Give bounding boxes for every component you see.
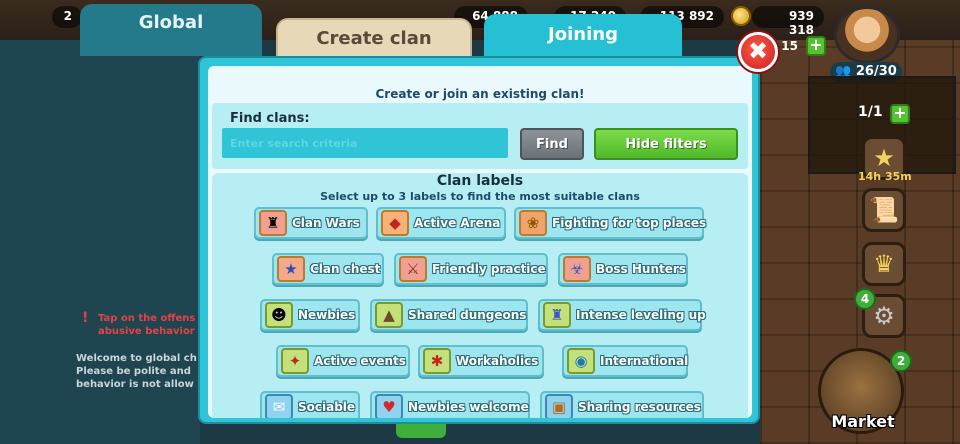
find-button[interactable]: Find bbox=[520, 128, 584, 160]
chat-welcome: Welcome to global ch Please be polite an… bbox=[76, 353, 197, 390]
clan-dialog: Create or join an existing clan! Find cl… bbox=[198, 56, 760, 424]
newbie-hero-icon: ☻ bbox=[265, 302, 293, 328]
label-text: Clan chest bbox=[310, 262, 381, 276]
label-text: International bbox=[600, 354, 689, 368]
label-sharing-resources[interactable]: ▣ Sharing resources bbox=[540, 391, 704, 418]
tower-icon: ♜ bbox=[259, 210, 287, 236]
label-intense-leveling[interactable]: ♜ Intense leveling up bbox=[538, 299, 706, 331]
globe-icon: ◉ bbox=[567, 348, 595, 374]
label-boss-hunters[interactable]: ☣ Boss Hunters bbox=[558, 253, 688, 285]
dungeon-icon: ▲ bbox=[375, 302, 403, 328]
crown-button[interactable]: ♛ bbox=[862, 242, 906, 286]
player-avatar[interactable] bbox=[834, 6, 900, 64]
dialog-content: Create or join an existing clan! Find cl… bbox=[208, 66, 752, 418]
event-timer: 14h 35m bbox=[858, 170, 912, 183]
tab-global[interactable]: Global bbox=[80, 4, 262, 56]
star-chest-icon: ★ bbox=[277, 256, 305, 282]
label-newbies-welcome[interactable]: ♥ Newbies welcome bbox=[370, 391, 530, 418]
label-sociable[interactable]: ✉ Sociable bbox=[260, 391, 360, 418]
label-text: Intense leveling up bbox=[576, 308, 706, 322]
workaholics-icon: ✱ bbox=[423, 348, 451, 374]
add-slot-button[interactable]: + bbox=[890, 104, 910, 124]
clan-search-input[interactable] bbox=[222, 128, 508, 158]
label-newbies[interactable]: ☻ Newbies bbox=[260, 299, 360, 331]
chat-send-button-partial[interactable] bbox=[396, 424, 446, 438]
star-icon: ★ bbox=[873, 144, 895, 172]
arena-gem-icon: ◆ bbox=[381, 210, 409, 236]
crossed-swords-icon: ⚔ bbox=[399, 256, 427, 282]
castle-icon: ♜ bbox=[543, 302, 571, 328]
scroll-icon: 📜 bbox=[869, 196, 899, 224]
crown-icon: ♛ bbox=[873, 250, 895, 278]
market-label: Market bbox=[831, 412, 895, 431]
dialog-subtitle: Create or join an existing clan! bbox=[375, 87, 585, 101]
find-clans-panel: Find clans: Find Hide filters bbox=[212, 103, 748, 169]
label-fighting-top-places[interactable]: ❀ Fighting for top places bbox=[514, 207, 707, 239]
label-international[interactable]: ◉ International bbox=[562, 345, 688, 377]
clan-labels-title: Clan labels bbox=[436, 173, 524, 189]
label-clan-chest[interactable]: ★ Clan chest bbox=[272, 253, 384, 285]
label-text: Workaholics bbox=[456, 354, 539, 368]
label-shared-dungeons[interactable]: ▲ Shared dungeons bbox=[370, 299, 528, 331]
find-clans-label: Find clans: bbox=[230, 111, 310, 126]
heart-icon: ♥ bbox=[375, 394, 403, 418]
label-text: Active events bbox=[314, 354, 406, 368]
laurel-icon: ❀ bbox=[519, 210, 547, 236]
label-text: Active Arena bbox=[414, 216, 501, 230]
scroll-button[interactable]: 📜 bbox=[862, 188, 906, 232]
label-text: Sociable bbox=[298, 400, 356, 414]
settings-badge: 4 bbox=[854, 288, 876, 310]
clan-labels-panel: Clan labels Select up to 3 labels to fin… bbox=[212, 173, 748, 418]
close-icon: ✖ bbox=[747, 37, 769, 65]
label-text: Sharing resources bbox=[578, 400, 701, 414]
label-friendly-practice[interactable]: ⚔ Friendly practice bbox=[394, 253, 548, 285]
label-text: Shared dungeons bbox=[408, 308, 527, 322]
add-gems-button[interactable]: + bbox=[806, 36, 826, 56]
close-button[interactable]: ✖ bbox=[738, 32, 778, 72]
chat-warning: Tap on the offens abusive behavior bbox=[76, 312, 202, 338]
resource-counter-left: 2 bbox=[52, 6, 82, 28]
label-active-arena[interactable]: ◆ Active Arena bbox=[376, 207, 506, 239]
coin-icon bbox=[731, 6, 751, 26]
hide-filters-button[interactable]: Hide filters bbox=[594, 128, 738, 160]
market-badge: 2 bbox=[890, 350, 912, 372]
slot-count: 1/1 bbox=[858, 104, 883, 120]
label-text: Fighting for top places bbox=[552, 216, 707, 230]
label-text: Friendly practice bbox=[432, 262, 546, 276]
chat-bubble-icon: ✉ bbox=[265, 394, 293, 418]
label-clan-wars[interactable]: ♜ Clan Wars bbox=[254, 207, 368, 239]
boss-icon: ☣ bbox=[563, 256, 591, 282]
events-icon: ✦ bbox=[281, 348, 309, 374]
label-text: Newbies welcome bbox=[408, 400, 529, 414]
clan-labels-subtitle: Select up to 3 labels to find the most s… bbox=[320, 190, 640, 203]
gear-icon: ⚙ bbox=[873, 302, 895, 330]
label-text: Newbies bbox=[298, 308, 356, 322]
label-workaholics[interactable]: ✱ Workaholics bbox=[418, 345, 544, 377]
global-chat-preview: Tap on the offens abusive behavior Welco… bbox=[76, 312, 202, 391]
label-text: Boss Hunters bbox=[596, 262, 686, 276]
coin-counter: 939 318 bbox=[752, 6, 824, 37]
label-text: Clan Wars bbox=[292, 216, 360, 230]
label-active-events[interactable]: ✦ Active events bbox=[276, 345, 410, 377]
resource-box-icon: ▣ bbox=[545, 394, 573, 418]
